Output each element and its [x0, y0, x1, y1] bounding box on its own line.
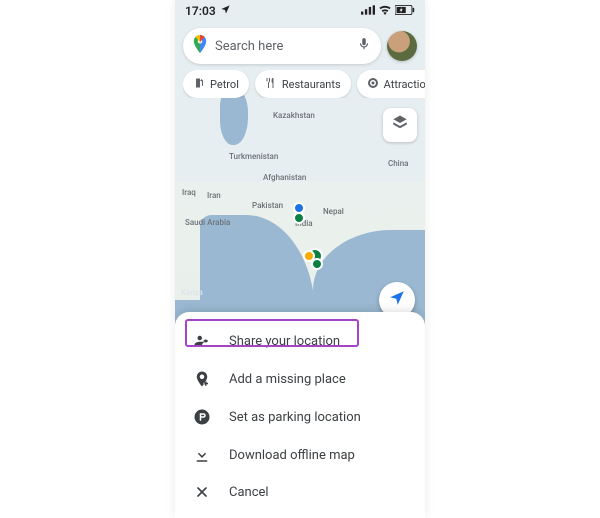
- attractions-icon: [367, 77, 379, 92]
- wifi-icon: [378, 4, 392, 18]
- layers-button[interactable]: [383, 108, 417, 142]
- map-label: Saudi Arabia: [185, 218, 230, 227]
- map-label: Turkmenistan: [229, 152, 278, 161]
- status-bar: 17:03: [175, 0, 425, 22]
- sheet-cancel[interactable]: Cancel: [175, 474, 425, 510]
- share-location-icon: [191, 332, 213, 350]
- map-pin[interactable]: [311, 258, 323, 270]
- sheet-share-location[interactable]: Share your location: [175, 322, 425, 360]
- parking-icon: [191, 408, 213, 426]
- sheet-parking[interactable]: Set as parking location: [175, 398, 425, 436]
- map-label: Iran: [207, 191, 221, 200]
- map-label: Afghanistan: [263, 173, 306, 182]
- sheet-label: Cancel: [229, 485, 269, 500]
- phone-screen: 17:03 Kazakhstan Turkmenistan Afghanista…: [175, 0, 425, 518]
- map-label: Iraq: [182, 188, 196, 197]
- sheet-add-place[interactable]: Add a missing place: [175, 360, 425, 398]
- chip-restaurants[interactable]: Restaurants: [255, 70, 351, 98]
- map-label: Kenya: [181, 288, 203, 297]
- signal-icon: [361, 4, 375, 18]
- search-bar[interactable]: Search here: [183, 28, 381, 64]
- map-label: China: [388, 159, 408, 168]
- add-place-icon: [191, 370, 213, 388]
- search-placeholder: Search here: [215, 39, 349, 54]
- category-chips: Petrol Restaurants Attractions: [183, 70, 425, 98]
- navigation-arrow-icon: [388, 289, 406, 311]
- status-time: 17:03: [185, 4, 216, 18]
- map-pin[interactable]: [293, 212, 305, 224]
- chip-label: Attractions: [384, 78, 425, 91]
- sheet-download[interactable]: Download offline map: [175, 436, 425, 474]
- chip-label: Restaurants: [282, 78, 341, 91]
- restaurant-icon: [265, 77, 277, 92]
- chip-petrol[interactable]: Petrol: [183, 70, 249, 98]
- sheet-label: Share your location: [229, 334, 340, 349]
- sheet-label: Download offline map: [229, 448, 355, 463]
- search-row: Search here: [183, 28, 417, 64]
- sheet-label: Add a missing place: [229, 372, 346, 387]
- close-icon: [191, 484, 213, 500]
- map-label: Nepal: [323, 207, 344, 216]
- google-maps-pin-icon: [193, 35, 207, 57]
- map-label: Kazakhstan: [273, 111, 315, 120]
- profile-avatar[interactable]: [387, 31, 417, 61]
- location-arrow-icon: [220, 4, 231, 18]
- download-icon: [191, 446, 213, 464]
- action-sheet: Share your location Add a missing place …: [175, 312, 425, 518]
- mic-icon[interactable]: [357, 35, 371, 57]
- battery-icon: [395, 4, 415, 18]
- map-label: Pakistan: [252, 201, 283, 210]
- fuel-icon: [193, 77, 205, 92]
- sheet-label: Set as parking location: [229, 410, 361, 425]
- chip-attractions[interactable]: Attractions: [357, 70, 425, 98]
- layers-icon: [391, 114, 409, 136]
- chip-label: Petrol: [210, 78, 239, 91]
